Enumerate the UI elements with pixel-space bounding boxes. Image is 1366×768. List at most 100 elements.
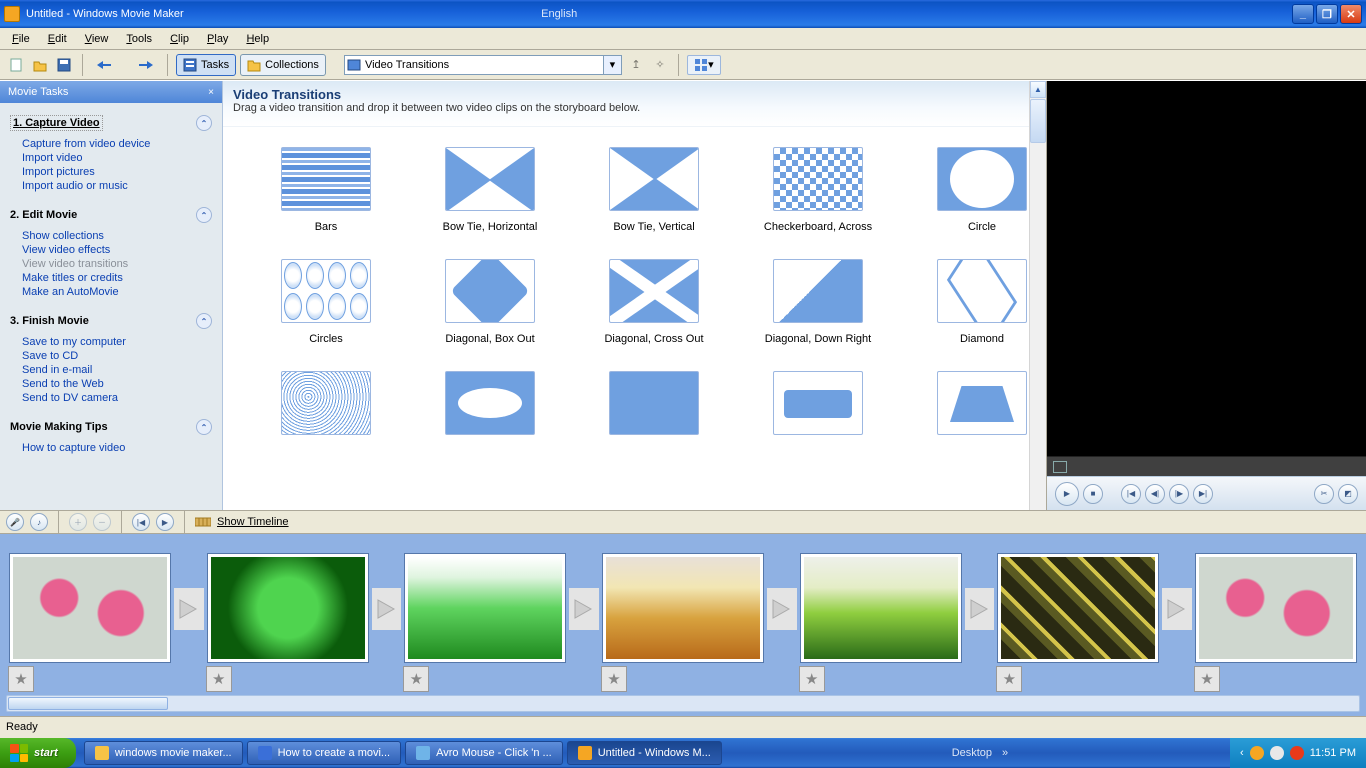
- transition-item[interactable]: [253, 371, 399, 445]
- transition-item[interactable]: Circles: [253, 259, 399, 345]
- storyboard-clip[interactable]: ★3: [10, 554, 170, 662]
- storyboard-clip[interactable]: ★5: [405, 554, 565, 662]
- play-button[interactable]: ▶: [1055, 482, 1079, 506]
- task-link[interactable]: Send in e-mail: [22, 363, 212, 377]
- zoom-in-button[interactable]: ＋: [69, 513, 87, 531]
- transition-item[interactable]: [909, 371, 1046, 445]
- step-back-button[interactable]: ◀|: [1145, 484, 1165, 504]
- transition-item[interactable]: Checkerboard, Across: [745, 147, 891, 233]
- system-tray[interactable]: ‹ 11:51 PM: [1230, 738, 1366, 768]
- group-edit-movie[interactable]: 2. Edit Movie ⌃: [10, 203, 212, 227]
- clip-effects-icon[interactable]: ★: [206, 666, 232, 692]
- step-fwd-button[interactable]: |▶: [1169, 484, 1189, 504]
- task-link[interactable]: Send to DV camera: [22, 391, 212, 405]
- task-link[interactable]: Save to CD: [22, 349, 212, 363]
- clip-effects-icon[interactable]: ★: [996, 666, 1022, 692]
- storyboard-clip[interactable]: ★9: [1196, 554, 1356, 662]
- views-button[interactable]: ▾: [687, 55, 721, 75]
- task-link[interactable]: Make an AutoMovie: [22, 285, 212, 299]
- minimize-button[interactable]: _: [1292, 4, 1314, 24]
- collections-scrollbar[interactable]: ▲: [1029, 81, 1046, 510]
- clip-effects-icon[interactable]: ★: [799, 666, 825, 692]
- zoom-out-button[interactable]: －: [93, 513, 111, 531]
- maximize-button[interactable]: ❐: [1316, 4, 1338, 24]
- task-link[interactable]: How to capture video: [22, 441, 212, 455]
- collections-toggle[interactable]: Collections: [240, 54, 326, 76]
- menu-view[interactable]: View: [77, 31, 117, 47]
- new-folder-button[interactable]: ✧: [650, 55, 670, 75]
- chevron-up-icon[interactable]: ⌃: [196, 207, 212, 223]
- split-view-icon[interactable]: [1053, 461, 1067, 473]
- tray-clock[interactable]: 11:51 PM: [1310, 747, 1356, 759]
- transition-slot[interactable]: [372, 588, 402, 630]
- transition-item[interactable]: Diamond: [909, 259, 1046, 345]
- chevron-up-icon[interactable]: ⌃: [196, 419, 212, 435]
- task-link[interactable]: View video effects: [22, 243, 212, 257]
- taskbar-item[interactable]: Untitled - Windows M...: [567, 741, 722, 765]
- undo-button[interactable]: [91, 55, 123, 75]
- location-input[interactable]: [344, 55, 604, 75]
- tray-icon[interactable]: [1290, 746, 1304, 760]
- chevron-up-icon[interactable]: ⌃: [196, 313, 212, 329]
- play-timeline-button[interactable]: ▶: [156, 513, 174, 531]
- menu-clip[interactable]: Clip: [162, 31, 197, 47]
- task-link[interactable]: Import video: [22, 151, 212, 165]
- taskbar-item[interactable]: Avro Mouse - Click 'n ...: [405, 741, 563, 765]
- clip-effects-icon[interactable]: ★: [8, 666, 34, 692]
- menu-tools[interactable]: Tools: [118, 31, 160, 47]
- transition-item[interactable]: Bars: [253, 147, 399, 233]
- transition-item[interactable]: Circle: [909, 147, 1046, 233]
- audio-levels-button[interactable]: ♪: [30, 513, 48, 531]
- group-tips[interactable]: Movie Making Tips ⌃: [10, 415, 212, 439]
- menu-help[interactable]: Help: [238, 31, 277, 47]
- menu-file[interactable]: File: [4, 31, 38, 47]
- save-button[interactable]: [54, 55, 74, 75]
- transition-slot[interactable]: [767, 588, 797, 630]
- storyboard[interactable]: ★3★4★5★6★7★8★9: [0, 534, 1366, 716]
- up-level-button[interactable]: ↥: [626, 55, 646, 75]
- redo-button[interactable]: [127, 55, 159, 75]
- task-link[interactable]: Capture from video device: [22, 137, 212, 151]
- storyboard-clip[interactable]: ★6: [603, 554, 763, 662]
- tray-icon[interactable]: [1250, 746, 1264, 760]
- tasks-toggle[interactable]: Tasks: [176, 54, 236, 76]
- taskbar-item[interactable]: How to create a movi...: [247, 741, 402, 765]
- group-finish-movie[interactable]: 3. Finish Movie ⌃: [10, 309, 212, 333]
- storyboard-clip[interactable]: ★7: [801, 554, 961, 662]
- transition-slot[interactable]: [174, 588, 204, 630]
- scroll-thumb[interactable]: [1030, 99, 1046, 143]
- transition-item[interactable]: [745, 371, 891, 445]
- task-link[interactable]: View video transitions: [22, 257, 212, 271]
- task-link[interactable]: Send to the Web: [22, 377, 212, 391]
- menu-edit[interactable]: Edit: [40, 31, 75, 47]
- desktop-chevron-icon[interactable]: »: [1002, 747, 1008, 759]
- transition-slot[interactable]: [1162, 588, 1192, 630]
- transition-item[interactable]: [581, 371, 727, 445]
- next-clip-button[interactable]: ▶|: [1193, 484, 1213, 504]
- open-button[interactable]: [30, 55, 50, 75]
- transition-item[interactable]: Diagonal, Down Right: [745, 259, 891, 345]
- group-capture-video[interactable]: 1. Capture Video ⌃: [10, 111, 212, 135]
- task-link[interactable]: Import pictures: [22, 165, 212, 179]
- task-link[interactable]: Import audio or music: [22, 179, 212, 193]
- close-button[interactable]: ✕: [1340, 4, 1362, 24]
- storyboard-scrollbar[interactable]: [6, 695, 1360, 712]
- show-desktop-label[interactable]: Desktop: [942, 747, 1002, 759]
- new-project-button[interactable]: [6, 55, 26, 75]
- prev-clip-button[interactable]: |◀: [1121, 484, 1141, 504]
- tray-expand-icon[interactable]: ‹: [1240, 747, 1244, 759]
- transition-item[interactable]: [417, 371, 563, 445]
- storyboard-clip[interactable]: ★8: [998, 554, 1158, 662]
- chevron-up-icon[interactable]: ⌃: [196, 115, 212, 131]
- narrate-button[interactable]: 🎤: [6, 513, 24, 531]
- rewind-button[interactable]: |◀: [132, 513, 150, 531]
- menu-play[interactable]: Play: [199, 31, 236, 47]
- task-link[interactable]: Save to my computer: [22, 335, 212, 349]
- location-dropdown-button[interactable]: ▾: [604, 55, 622, 75]
- take-picture-button[interactable]: ◩: [1338, 484, 1358, 504]
- transition-slot[interactable]: [965, 588, 995, 630]
- task-link[interactable]: Make titles or credits: [22, 271, 212, 285]
- clip-effects-icon[interactable]: ★: [403, 666, 429, 692]
- transition-item[interactable]: Diagonal, Cross Out: [581, 259, 727, 345]
- clip-effects-icon[interactable]: ★: [1194, 666, 1220, 692]
